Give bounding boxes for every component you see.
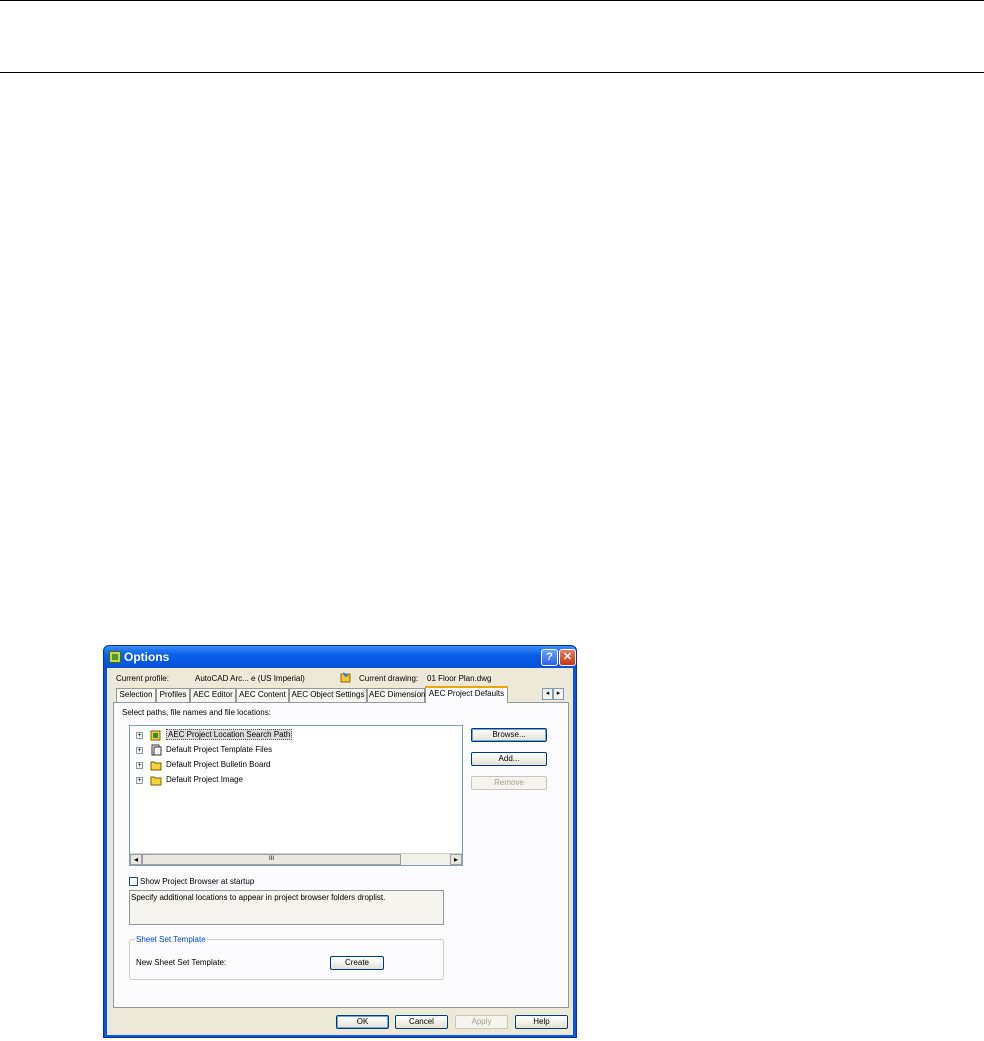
tab-scroll-right-button[interactable]: ▸: [553, 688, 564, 700]
apply-button[interactable]: Apply: [455, 1015, 508, 1029]
scroll-thumb[interactable]: III: [142, 854, 401, 865]
window-title: Options: [124, 650, 170, 664]
document-icon: [151, 744, 162, 756]
page-header-rule: [0, 72, 984, 73]
titlebar[interactable]: Options ? ✕: [104, 646, 576, 668]
tab-aec-object-settings[interactable]: AEC Object Settings: [289, 688, 367, 702]
dialog-client: Current profile: AutoCAD Arc... e (US Im…: [107, 668, 573, 1035]
tree-item-label: Default Project Image: [166, 775, 243, 784]
current-drawing-value: 01 Floor Plan.dwg: [427, 674, 492, 683]
current-profile-label: Current profile:: [116, 674, 169, 683]
file-locations-tree[interactable]: + AEC Project Location Search Path + Def…: [129, 725, 463, 866]
close-button[interactable]: ✕: [559, 649, 576, 666]
tree-item-label: Default Project Template Files: [166, 745, 273, 754]
select-paths-label: Select paths, file names and file locati…: [122, 708, 271, 717]
expand-icon[interactable]: +: [136, 762, 143, 769]
scroll-right-button[interactable]: ▸: [450, 854, 462, 865]
show-project-browser-label[interactable]: Show Project Browser at startup: [140, 877, 254, 886]
tab-aec-dimension[interactable]: AEC Dimension: [367, 688, 425, 702]
description-box: Specify additional locations to appear i…: [129, 890, 444, 925]
current-drawing-icon: [340, 672, 351, 683]
description-text: Specify additional locations to appear i…: [131, 893, 386, 902]
tree-item-label: AEC Project Location Search Path: [166, 729, 293, 740]
remove-button[interactable]: Remove: [471, 776, 547, 790]
tree-item[interactable]: + Default Project Bulletin Board: [130, 759, 430, 771]
sheet-set-template-legend: Sheet Set Template: [135, 935, 207, 944]
current-drawing-label: Current drawing:: [359, 674, 419, 683]
show-project-browser-checkbox[interactable]: [129, 877, 138, 886]
cancel-button[interactable]: Cancel: [395, 1015, 448, 1029]
search-path-folder-icon: [150, 730, 161, 741]
app-icon: [109, 651, 121, 663]
page-top-rule: [0, 0, 984, 1]
tree-item[interactable]: + Default Project Image: [130, 774, 430, 786]
new-sheet-set-template-label: New Sheet Set Template:: [136, 958, 227, 967]
browse-button[interactable]: Browse...: [471, 728, 547, 742]
scroll-left-button[interactable]: ◂: [130, 854, 142, 865]
folder-icon: [150, 761, 162, 771]
tab-scroll-left-button[interactable]: ◂: [542, 688, 553, 700]
horizontal-scrollbar[interactable]: ◂ III ▸: [130, 853, 462, 865]
sheet-set-template-group: Sheet Set Template New Sheet Set Templat…: [129, 935, 444, 980]
ok-button[interactable]: OK: [336, 1015, 389, 1029]
current-profile-value: AutoCAD Arc... e (US Imperial): [195, 674, 305, 683]
create-button[interactable]: Create: [330, 956, 384, 970]
tree-item[interactable]: + Default Project Template Files: [130, 744, 430, 756]
tree-item-label: Default Project Bulletin Board: [166, 760, 271, 769]
tab-profiles[interactable]: Profiles: [156, 688, 190, 702]
expand-icon[interactable]: +: [136, 747, 143, 754]
options-dialog: Options ? ✕ Current profile: AutoCAD Arc…: [103, 645, 577, 1038]
tab-panel: Select paths, file names and file locati…: [113, 702, 569, 1008]
expand-icon[interactable]: +: [136, 777, 143, 784]
tab-aec-editor[interactable]: AEC Editor: [190, 688, 236, 702]
add-button[interactable]: Add...: [471, 752, 547, 766]
tab-aec-project-defaults[interactable]: AEC Project Defaults: [425, 686, 508, 703]
tree-item[interactable]: + AEC Project Location Search Path: [130, 729, 430, 741]
help-title-button[interactable]: ?: [541, 649, 558, 666]
tab-selection[interactable]: Selection: [116, 688, 156, 702]
tab-aec-content[interactable]: AEC Content: [236, 688, 289, 702]
folder-icon: [150, 776, 162, 786]
help-button[interactable]: Help: [515, 1015, 568, 1029]
expand-icon[interactable]: +: [136, 732, 143, 739]
